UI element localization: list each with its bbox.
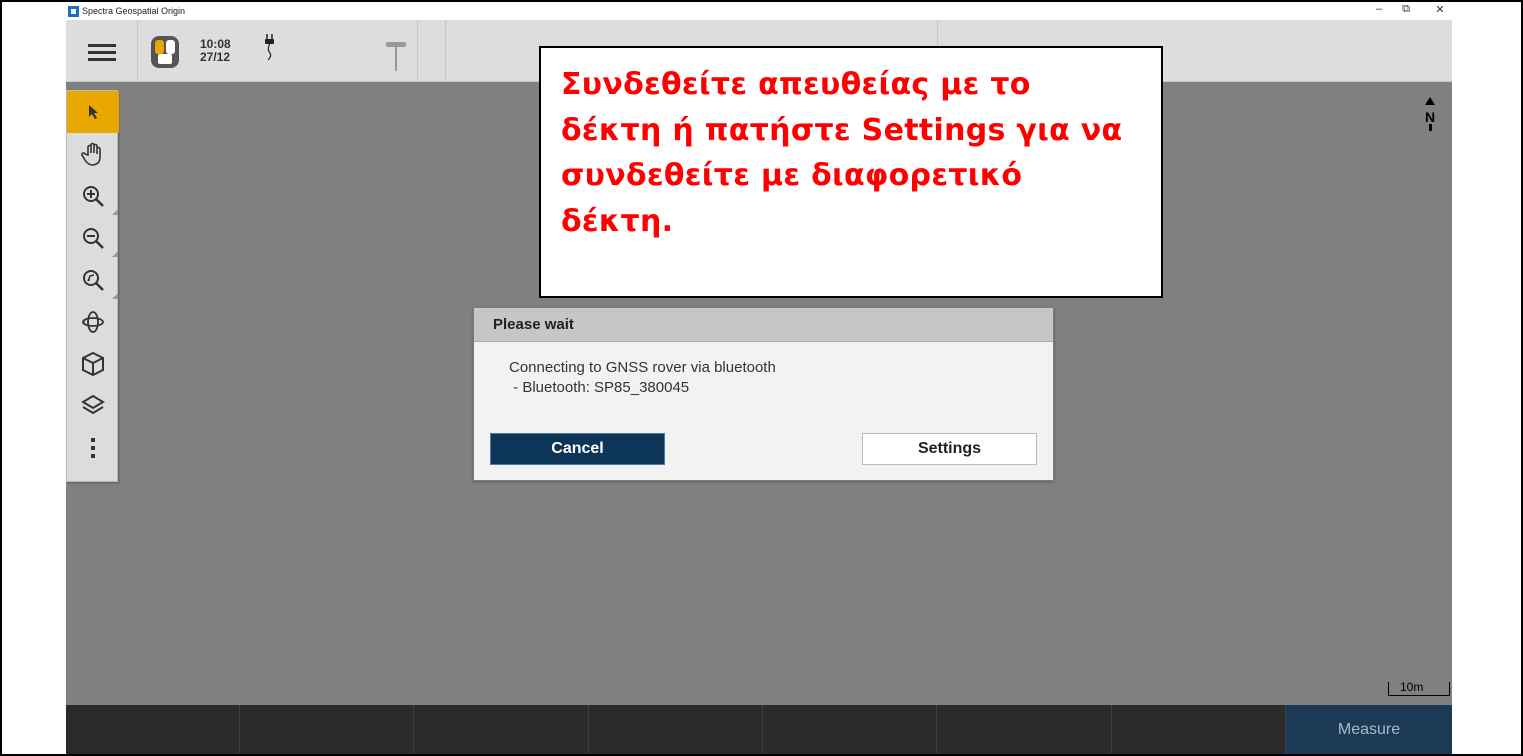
more-tools-button[interactable] bbox=[67, 427, 119, 469]
dialog-title: Please wait bbox=[474, 308, 1053, 342]
main-menu-button[interactable] bbox=[66, 20, 138, 82]
close-window-button[interactable]: ✕ bbox=[1430, 3, 1450, 16]
north-arrow: N bbox=[1420, 95, 1440, 131]
north-arrow-icon bbox=[1425, 97, 1435, 105]
orbit-button[interactable] bbox=[67, 301, 119, 343]
select-tool-button[interactable] bbox=[67, 91, 119, 133]
orbit-icon bbox=[82, 311, 104, 333]
zoom-extents-button[interactable] bbox=[67, 259, 119, 301]
3d-cube-icon bbox=[82, 351, 104, 377]
survey-pole-icon bbox=[386, 42, 406, 71]
dialog-message-line: - Bluetooth: SP85_380045 bbox=[509, 379, 690, 396]
callout-line: Συνδεθείτε απευθείας με το bbox=[561, 67, 1031, 102]
layers-button[interactable] bbox=[67, 385, 119, 427]
bottom-slot[interactable] bbox=[1112, 705, 1286, 754]
app-logo-icon bbox=[68, 6, 79, 17]
north-arrow-tail bbox=[1428, 124, 1432, 131]
dialog-message: Connecting to GNSS rover via bluetooth -… bbox=[509, 358, 776, 398]
callout-line: συνδεθείτε με διαφορετικό bbox=[561, 158, 1023, 193]
please-wait-dialog: Please wait Connecting to GNSS rover via… bbox=[473, 307, 1054, 481]
submenu-indicator bbox=[112, 251, 118, 257]
bottom-slot[interactable] bbox=[240, 705, 414, 754]
more-vertical-icon bbox=[91, 438, 95, 458]
restore-button[interactable]: ⧉ bbox=[1396, 3, 1416, 16]
scale-label: 10m bbox=[1400, 680, 1424, 694]
zoom-extents-icon bbox=[83, 270, 104, 291]
pan-hand-icon bbox=[81, 142, 101, 166]
zoom-out-icon bbox=[83, 228, 104, 249]
window-title: Spectra Geospatial Origin bbox=[82, 6, 186, 16]
date-label: 27/12 bbox=[200, 50, 231, 64]
gnss-receiver-icon bbox=[151, 36, 179, 68]
north-label: N bbox=[1424, 109, 1436, 125]
zoom-in-button[interactable] bbox=[67, 175, 119, 217]
select-arrow-icon bbox=[89, 105, 98, 119]
map-tools-sidebar bbox=[66, 90, 119, 482]
hamburger-icon-line bbox=[88, 51, 116, 54]
instruction-callout: Συνδεθείτε απευθείας με το δέκτη ή πατήσ… bbox=[539, 46, 1163, 298]
zoom-out-button[interactable] bbox=[67, 217, 119, 259]
measure-button[interactable]: Measure bbox=[1286, 705, 1452, 754]
hamburger-icon bbox=[88, 44, 116, 47]
hamburger-icon-line bbox=[88, 58, 116, 61]
bottom-bar: Measure bbox=[66, 705, 1452, 754]
minimize-button[interactable]: – bbox=[1369, 3, 1389, 15]
bottom-slot[interactable] bbox=[763, 705, 937, 754]
submenu-indicator bbox=[112, 209, 118, 215]
bottom-slot[interactable] bbox=[937, 705, 1112, 754]
window-titlebar: Spectra Geospatial Origin – ⧉ ✕ bbox=[2, 2, 1521, 20]
zoom-in-icon bbox=[83, 186, 104, 207]
submenu-indicator bbox=[112, 293, 118, 299]
callout-line: δέκτη. bbox=[561, 203, 674, 239]
power-plug-icon bbox=[265, 34, 274, 61]
dialog-message-line: Connecting to GNSS rover via bluetooth bbox=[509, 359, 776, 376]
3d-view-button[interactable] bbox=[67, 343, 119, 385]
layers-icon bbox=[81, 394, 105, 415]
bottom-slot[interactable] bbox=[66, 705, 240, 754]
callout-line: δέκτη ή πατήστε Settings για να bbox=[561, 112, 1123, 148]
cancel-button[interactable]: Cancel bbox=[490, 433, 665, 465]
pan-tool-button[interactable] bbox=[67, 133, 119, 175]
instrument-button[interactable] bbox=[346, 20, 446, 82]
settings-button[interactable]: Settings bbox=[862, 433, 1037, 465]
bottom-slot[interactable] bbox=[414, 705, 589, 754]
clock-display: 10:08 27/12 bbox=[200, 38, 231, 64]
bottom-slot[interactable] bbox=[589, 705, 763, 754]
